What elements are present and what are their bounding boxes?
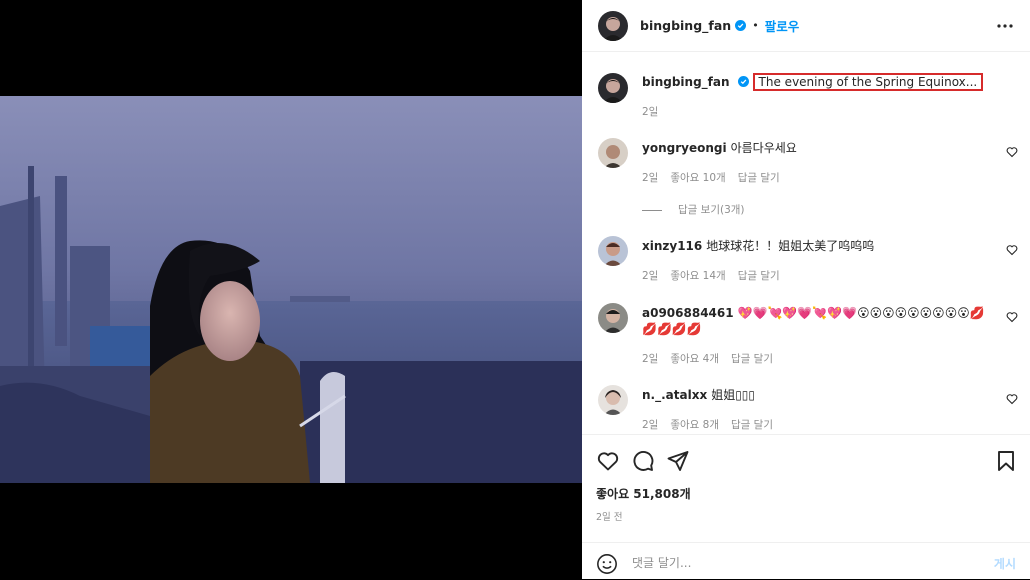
- comment-time: 2일: [642, 353, 659, 365]
- post-side-panel: bingbing_fan • 팔로우 bingbing_fan The eveni…: [582, 0, 1030, 579]
- caption-item: bingbing_fan The evening of the Spring Eq…: [598, 73, 1018, 133]
- paper-plane-icon[interactable]: [666, 449, 690, 473]
- comment-input[interactable]: [632, 549, 962, 577]
- comment-meta: 2일 좋아요 10개 답글 달기: [642, 170, 792, 185]
- post-comment-button[interactable]: 게시: [994, 555, 1016, 572]
- comment-likes[interactable]: 좋아요 4개: [670, 353, 719, 365]
- comment-text-row: yongryeongi 아름다우세요: [642, 140, 992, 156]
- avatar[interactable]: [598, 73, 628, 103]
- comment-time: 2일: [642, 419, 659, 431]
- comment-username[interactable]: yongryeongi: [642, 141, 727, 155]
- comment-text-row: a0906884461 💖💗💘💖💗💘💖💗😮😮😮😮😮😮😮😮😮💋💋💋💋💋: [642, 305, 992, 337]
- view-replies-button[interactable]: 답글 보기(3개): [642, 202, 757, 217]
- header-username[interactable]: bingbing_fan: [640, 18, 731, 33]
- caption-meta: 2일: [642, 104, 670, 119]
- comment-username[interactable]: a0906884461: [642, 306, 734, 320]
- caption-time: 2일: [642, 106, 659, 118]
- comment-text-row: xinzy116 地球球花！！姐姐太美了呜呜呜: [642, 238, 992, 254]
- comment-username[interactable]: xinzy116: [642, 239, 702, 253]
- comments-list[interactable]: bingbing_fan The evening of the Spring Eq…: [582, 53, 1030, 434]
- comment-heart-icon[interactable]: [1006, 244, 1018, 256]
- avatar[interactable]: [598, 303, 628, 333]
- comment-likes[interactable]: 좋아요 14개: [670, 270, 725, 282]
- comment-heart-icon[interactable]: [1006, 146, 1018, 158]
- comment-username[interactable]: n._.atalxx: [642, 388, 707, 402]
- more-options-icon[interactable]: [996, 18, 1014, 34]
- comment-meta: 2일 좋아요 8개 답글 달기: [642, 417, 785, 432]
- caption-text-row: bingbing_fan The evening of the Spring Eq…: [642, 73, 992, 91]
- comment-time: 2일: [642, 270, 659, 282]
- reply-button[interactable]: 답글 달기: [731, 353, 773, 365]
- post-date: 2일 전: [596, 512, 623, 523]
- comment-likes[interactable]: 좋아요 10개: [670, 172, 725, 184]
- photo-illustration: [0, 96, 582, 483]
- avatar[interactable]: [598, 236, 628, 266]
- separator-dot: •: [752, 19, 759, 32]
- avatar[interactable]: [598, 385, 628, 415]
- post-header: bingbing_fan • 팔로우: [582, 0, 1030, 52]
- comment-text: 姐姐▯▯▯: [711, 388, 755, 402]
- list-item: n._.atalxx 姐姐▯▯▯ 2일 좋아요 8개 답글 달기: [598, 385, 1018, 434]
- reply-button[interactable]: 답글 달기: [731, 419, 773, 431]
- comment-meta: 2일 좋아요 14개 답글 달기: [642, 268, 792, 283]
- avatar[interactable]: [598, 10, 628, 41]
- list-item: a0906884461 💖💗💘💖💗💘💖💗😮😮😮😮😮😮😮😮😮💋💋💋💋💋 2일 좋아요 …: [598, 303, 1018, 371]
- comment-text-row: n._.atalxx 姐姐▯▯▯: [642, 387, 992, 403]
- comment-heart-icon[interactable]: [1006, 393, 1018, 405]
- caption-username[interactable]: bingbing_fan: [642, 75, 730, 89]
- post-dialog: bingbing_fan • 팔로우 bingbing_fan The eveni…: [0, 0, 1030, 579]
- comment-likes[interactable]: 좋아요 8개: [670, 419, 719, 431]
- emoji-icon[interactable]: [596, 553, 618, 575]
- comment-heart-icon[interactable]: [1006, 311, 1018, 323]
- avatar[interactable]: [598, 138, 628, 168]
- reply-button[interactable]: 답글 달기: [738, 270, 780, 282]
- reply-button[interactable]: 답글 달기: [738, 172, 780, 184]
- replies-line: [642, 209, 662, 211]
- likes-count[interactable]: 좋아요 51,808개: [596, 485, 691, 502]
- list-item: yongryeongi 아름다우세요 2일 좋아요 10개 답글 달기 답글 보기(3…: [598, 138, 1018, 228]
- caption-text: The evening of the Spring Equinox...: [752, 73, 984, 91]
- verified-badge-icon: [735, 20, 747, 31]
- post-photo[interactable]: [0, 96, 582, 483]
- comment-text: 地球球花！！姐姐太美了呜呜呜: [706, 239, 875, 253]
- comment-bar: 게시: [582, 542, 1030, 580]
- comment-text: 아름다우세요: [730, 141, 797, 155]
- view-replies-label[interactable]: 답글 보기(3개): [678, 204, 745, 216]
- comment-meta: 2일 좋아요 4개 답글 달기: [642, 351, 785, 366]
- comment-icon[interactable]: [631, 449, 655, 473]
- follow-button[interactable]: 팔로우: [765, 16, 800, 35]
- heart-icon[interactable]: [596, 449, 620, 473]
- action-bar: 좋아요 51,808개 2일 전 게시: [582, 434, 1030, 579]
- bookmark-icon[interactable]: [994, 449, 1018, 473]
- comment-time: 2일: [642, 172, 659, 184]
- media-area: [0, 0, 582, 579]
- list-item: xinzy116 地球球花！！姐姐太美了呜呜呜 2일 좋아요 14개 답글 달기: [598, 236, 1018, 286]
- verified-badge-icon: [737, 75, 749, 87]
